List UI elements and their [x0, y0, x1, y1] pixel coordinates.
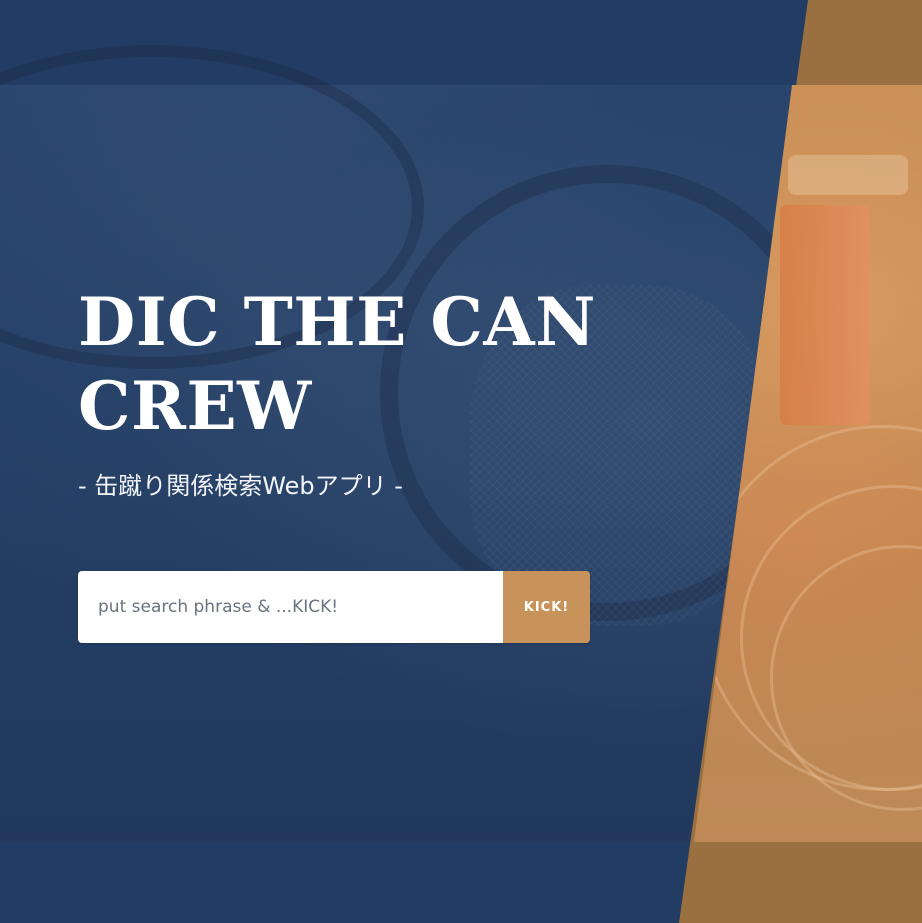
page-title: DIC THE CAN CREW	[78, 283, 596, 445]
search-input[interactable]	[78, 571, 503, 643]
page: DIC THE CAN CREW - 缶蹴り関係検索Webアプリ - KICK!	[0, 0, 922, 923]
page-subtitle: - 缶蹴り関係検索Webアプリ -	[78, 472, 403, 500]
search-form: KICK!	[78, 571, 590, 643]
hero: DIC THE CAN CREW - 缶蹴り関係検索Webアプリ -	[78, 280, 638, 501]
kick-button[interactable]: KICK!	[503, 571, 590, 643]
microphone-cap	[788, 155, 908, 195]
microphone-body	[780, 205, 870, 425]
